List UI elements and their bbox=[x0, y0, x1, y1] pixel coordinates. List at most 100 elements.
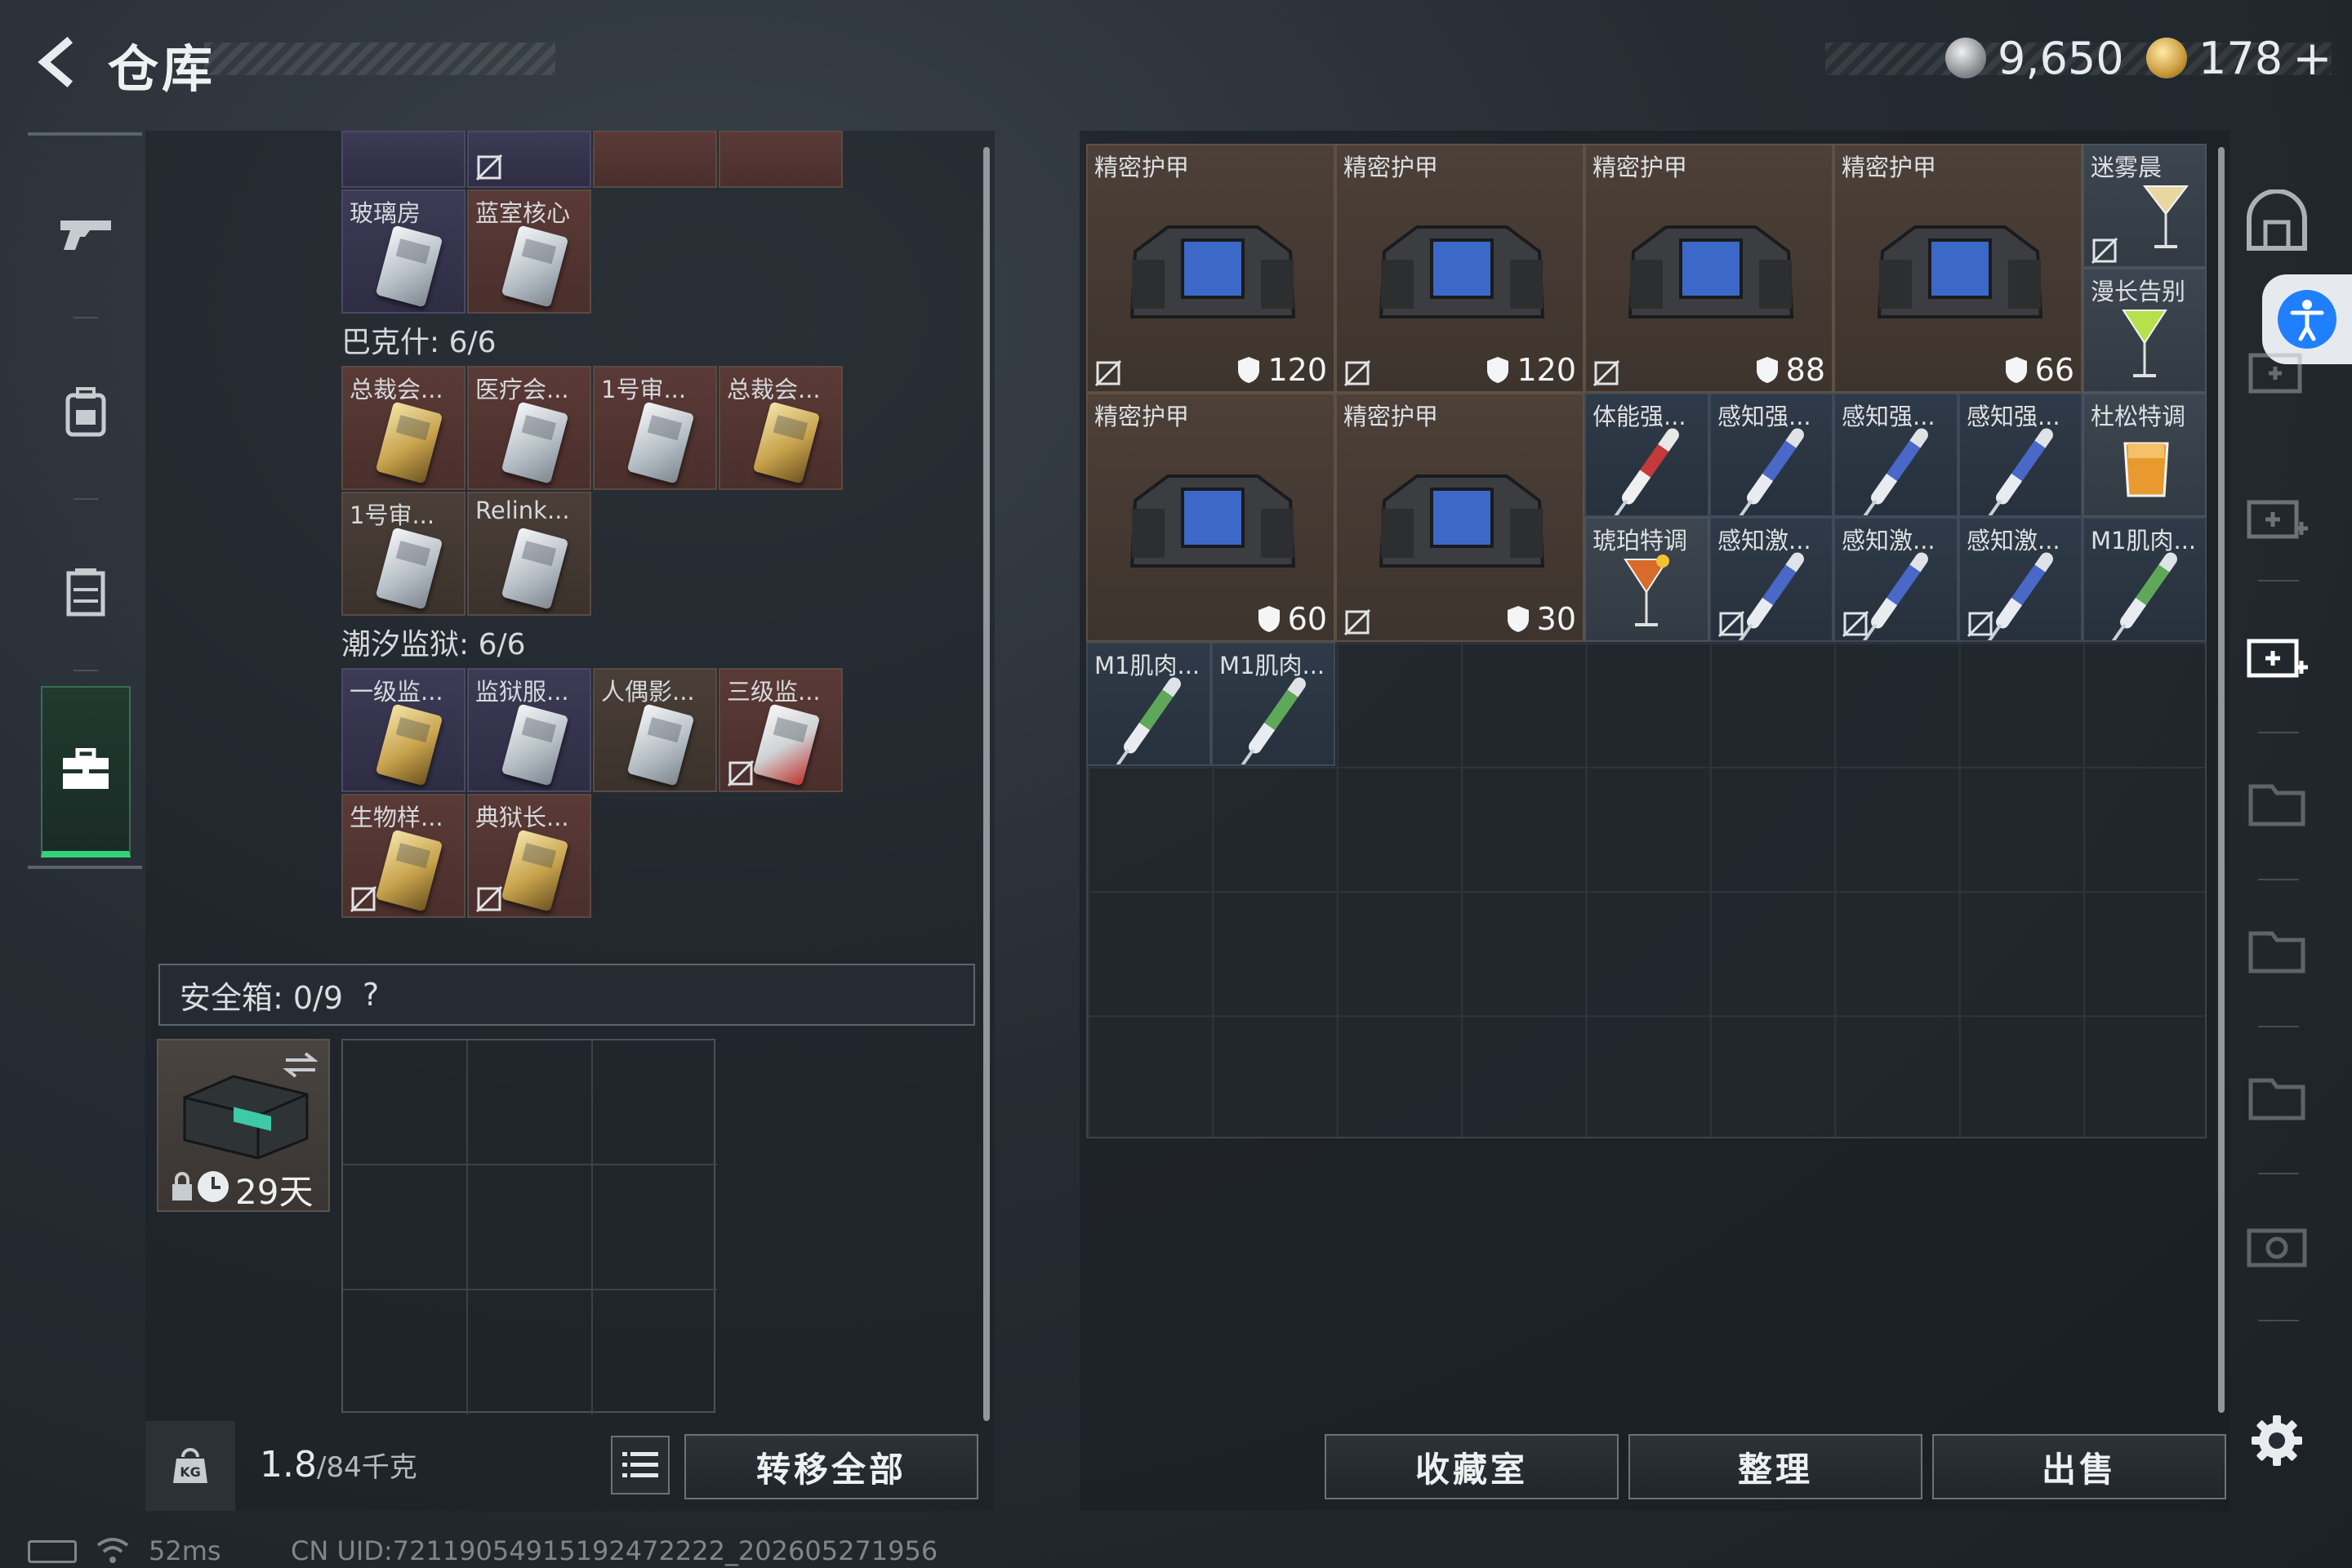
no-trade-icon bbox=[1592, 359, 1620, 387]
side-separator bbox=[2258, 879, 2299, 880]
transfer-all-button[interactable]: 转移全部 bbox=[684, 1434, 978, 1499]
durability-value: 120 bbox=[1517, 352, 1576, 388]
no-trade-icon bbox=[350, 885, 377, 913]
item-label: 感知激... bbox=[1842, 527, 1936, 555]
right-scrollbar[interactable] bbox=[2218, 147, 2225, 1413]
syringe-icon bbox=[1868, 425, 1931, 507]
nav-separator bbox=[74, 670, 98, 671]
gold-coin-icon bbox=[2146, 38, 2187, 78]
swap-icon[interactable] bbox=[283, 1050, 318, 1080]
safebox-container[interactable]: 29天 bbox=[157, 1039, 330, 1212]
key-label: 总裁会... bbox=[350, 376, 443, 403]
nav-vest[interactable] bbox=[41, 547, 131, 637]
armor-item[interactable]: 精密护甲 88 bbox=[1584, 144, 1833, 393]
key-slot[interactable]: Relink... bbox=[467, 492, 591, 616]
sell-button[interactable]: 出售 bbox=[1932, 1434, 2226, 1499]
shield-icon bbox=[1487, 357, 1509, 383]
keycard-icon bbox=[752, 401, 821, 484]
camera-box-icon bbox=[2247, 1228, 2307, 1267]
key-slot[interactable]: 总裁会... bbox=[341, 366, 466, 490]
list-icon bbox=[622, 1452, 658, 1477]
key-slot[interactable] bbox=[341, 131, 466, 188]
durability-value: 88 bbox=[1785, 352, 1825, 388]
injector-item[interactable]: M1肌肉... bbox=[1086, 642, 1211, 766]
sort-button[interactable]: 整理 bbox=[1628, 1434, 1922, 1499]
side-storage-6[interactable] bbox=[2236, 906, 2318, 988]
currency-gold[interactable]: 178 + bbox=[2146, 29, 2332, 87]
side-storage-3[interactable] bbox=[2236, 474, 2318, 555]
item-label: 精密护甲 bbox=[1592, 154, 1688, 181]
injector-item[interactable]: M1肌肉... bbox=[2082, 517, 2207, 642]
armor-item[interactable]: 精密护甲 60 bbox=[1086, 393, 1335, 642]
armor-icon bbox=[1379, 474, 1545, 568]
side-storage-2[interactable] bbox=[2236, 327, 2318, 408]
no-trade-icon bbox=[2091, 237, 2118, 265]
key-slot[interactable]: 总裁会... bbox=[719, 366, 843, 490]
key-slot[interactable]: 人偶影... bbox=[593, 668, 717, 792]
side-storage-4[interactable] bbox=[2236, 612, 2318, 694]
shield-icon bbox=[1238, 357, 1260, 383]
weight-lock[interactable]: KG bbox=[145, 1421, 235, 1511]
injector-item[interactable]: 体能强... bbox=[1584, 393, 1709, 517]
armor-item[interactable]: 精密护甲 120 bbox=[1335, 144, 1584, 393]
key-slot[interactable]: 监狱服... bbox=[467, 668, 591, 792]
side-storage-main[interactable] bbox=[2236, 180, 2318, 261]
item-label: 杜松特调 bbox=[2091, 403, 2186, 430]
key-slot[interactable]: 三级监... bbox=[719, 668, 843, 792]
keycard-icon bbox=[375, 703, 443, 786]
item-label: 精密护甲 bbox=[1343, 154, 1439, 181]
item-label: 琥珀特调 bbox=[1592, 527, 1688, 555]
back-button[interactable] bbox=[24, 29, 90, 95]
side-storage-7[interactable] bbox=[2236, 1054, 2318, 1135]
key-slot[interactable]: 典狱长... bbox=[467, 794, 591, 918]
cocktail-icon bbox=[2142, 185, 2189, 248]
key-label: 一级监... bbox=[350, 678, 443, 706]
armor-item[interactable]: 精密护甲 30 bbox=[1335, 393, 1584, 642]
safebox-help-icon[interactable]: ? bbox=[363, 977, 379, 1013]
key-slot[interactable] bbox=[719, 131, 843, 188]
nav-weapon[interactable] bbox=[41, 188, 131, 278]
key-slot[interactable]: 一级监... bbox=[341, 668, 466, 792]
side-storage-5[interactable] bbox=[2236, 760, 2318, 841]
drink-item[interactable]: 迷雾晨 bbox=[2082, 144, 2207, 268]
page-title: 仓库 bbox=[108, 39, 216, 99]
injector-item[interactable]: 感知激... bbox=[1958, 517, 2082, 642]
injector-item[interactable]: M1肌肉... bbox=[1211, 642, 1335, 766]
item-label: 感知强... bbox=[1967, 403, 2060, 430]
injector-item[interactable]: 感知激... bbox=[1709, 517, 1833, 642]
drink-item[interactable]: 琥珀特调 bbox=[1584, 517, 1709, 642]
key-slot[interactable] bbox=[593, 131, 717, 188]
item-label: 感知强... bbox=[1717, 403, 1811, 430]
injector-item[interactable]: 感知强... bbox=[1833, 393, 1958, 517]
left-scrollbar[interactable] bbox=[983, 147, 990, 1421]
key-slot[interactable]: 1号审... bbox=[593, 366, 717, 490]
nav-backpack[interactable] bbox=[41, 368, 131, 457]
injector-item[interactable]: 感知激... bbox=[1833, 517, 1958, 642]
durability: 30 bbox=[1506, 601, 1576, 637]
armor-icon bbox=[1628, 225, 1794, 318]
drink-item[interactable]: 漫长告别 bbox=[2082, 268, 2207, 393]
key-slot[interactable]: 医疗会... bbox=[467, 366, 591, 490]
key-slot[interactable]: 生物样... bbox=[341, 794, 466, 918]
settings-button[interactable] bbox=[2236, 1400, 2318, 1481]
safebox-grid-lines bbox=[343, 1040, 717, 1414]
key-slot[interactable]: 蓝室核心 bbox=[467, 189, 591, 314]
list-view-button[interactable] bbox=[611, 1436, 670, 1494]
safebox-grid[interactable] bbox=[341, 1039, 717, 1414]
nav-separator bbox=[74, 498, 98, 500]
add-currency-button[interactable]: + bbox=[2292, 30, 2332, 86]
injector-item[interactable]: 感知强... bbox=[1709, 393, 1833, 517]
injector-item[interactable]: 感知强... bbox=[1958, 393, 2082, 517]
keycard-icon bbox=[375, 527, 443, 610]
armor-item[interactable]: 精密护甲 120 bbox=[1086, 144, 1335, 393]
key-slot[interactable]: 玻璃房 bbox=[341, 189, 466, 314]
armor-item[interactable]: 精密护甲 66 bbox=[1833, 144, 2082, 393]
nav-toolbox[interactable] bbox=[41, 686, 131, 858]
drink-item[interactable]: 杜松特调 bbox=[2082, 393, 2207, 517]
key-slot[interactable] bbox=[467, 131, 591, 188]
key-label: 典狱长... bbox=[475, 804, 569, 831]
collection-room-button[interactable]: 收藏室 bbox=[1325, 1434, 1619, 1499]
key-slot[interactable]: 1号审... bbox=[341, 492, 466, 616]
key-label: Relink... bbox=[475, 497, 570, 524]
side-storage-8[interactable] bbox=[2236, 1200, 2318, 1282]
